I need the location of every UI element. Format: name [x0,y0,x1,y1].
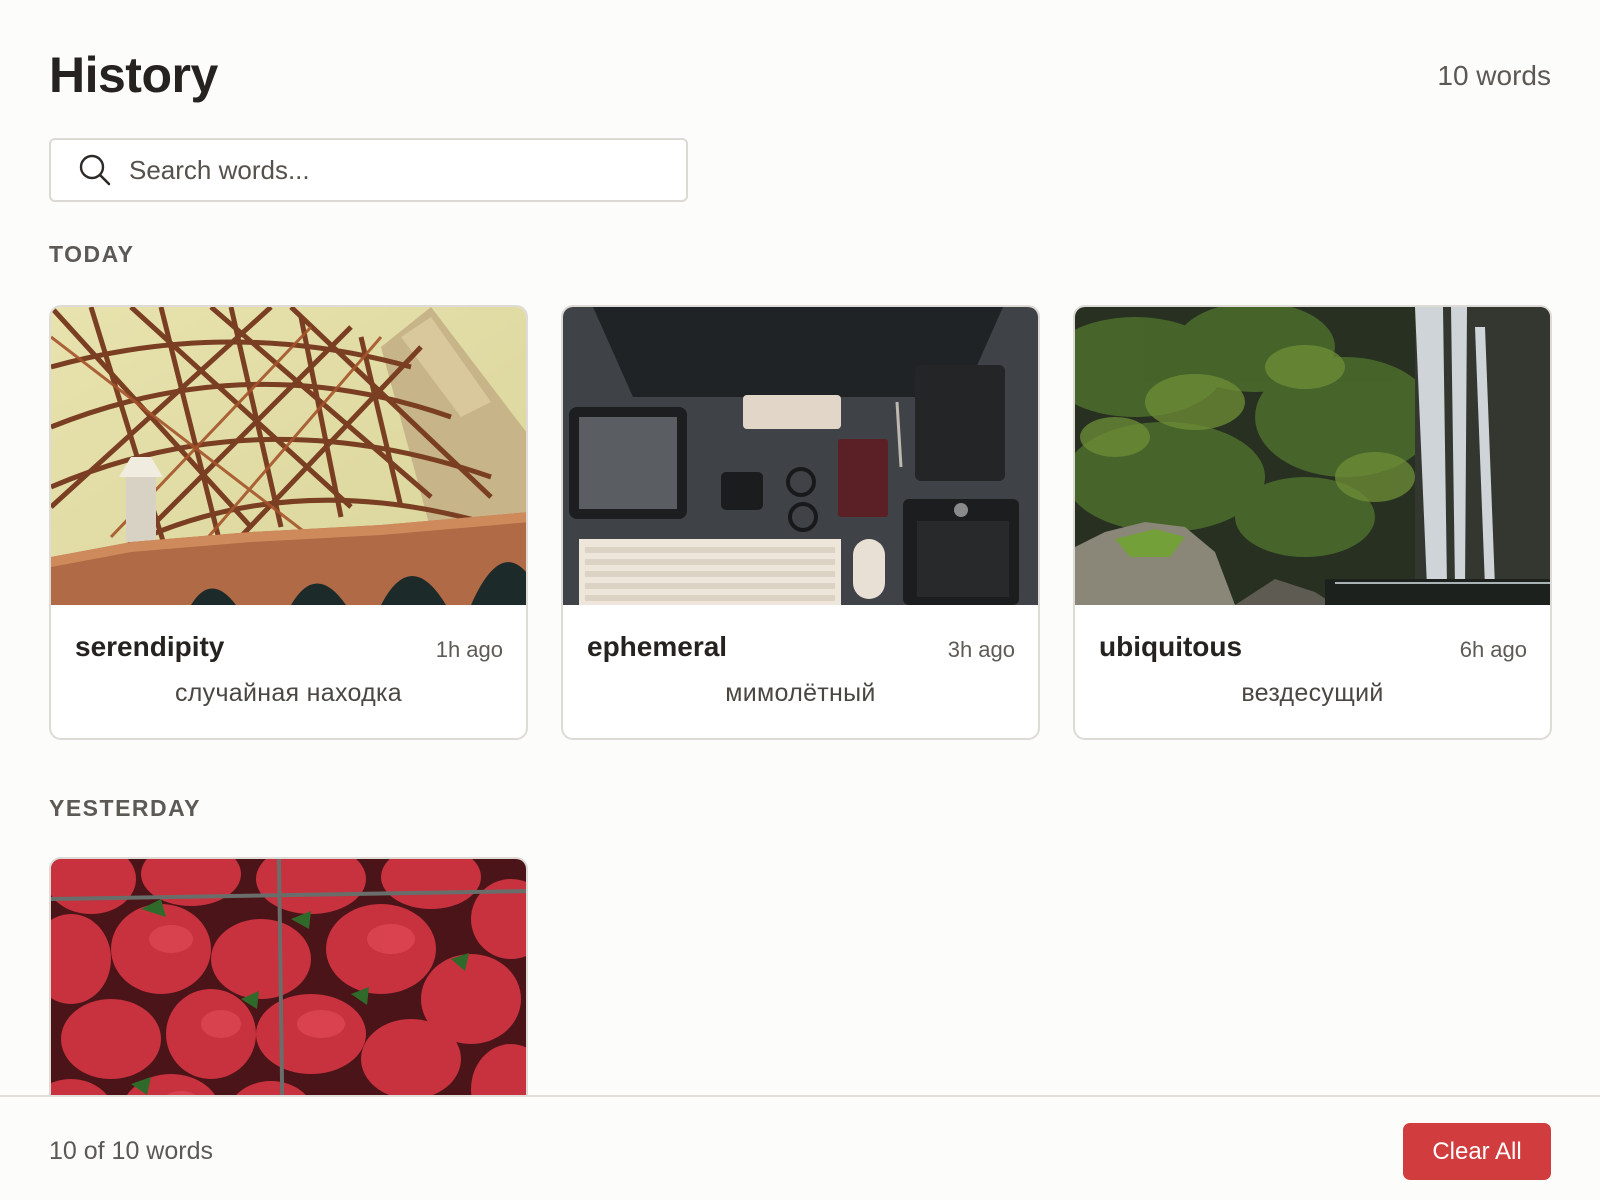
card-translation: случайная находка [174,679,403,707]
word-card-ubiquitous[interactable]: ubiquitous 6h ago вездесущий [1073,305,1552,740]
card-body: ubiquitous 6h ago вездесущий [1075,605,1550,738]
card-time: 1h ago [435,637,503,662]
card-body: serendipity 1h ago случайная находка [51,605,526,738]
section-label-yesterday: YESTERDAY [49,795,201,821]
word-card-serendipity[interactable]: serendipity 1h ago случайная находка [49,305,528,740]
search-input[interactable] [129,154,649,186]
card-word: ephemeral [587,631,728,662]
header: History 10 words [49,44,1551,106]
page-title: History [49,47,218,103]
word-card-ephemeral[interactable]: ephemeral 3h ago мимолётный [561,305,1040,740]
card-translation: мимолётный [725,679,876,707]
card-body: ephemeral 3h ago мимолётный [563,605,1038,738]
card-time: 3h ago [947,637,1015,662]
section-label-today: TODAY [49,241,135,267]
card-time: 6h ago [1459,637,1527,662]
card-word: serendipity [75,631,225,662]
history-page: History 10 words TODAY [0,0,1600,1200]
search-box[interactable] [49,138,688,202]
card-translation: вездесущий [1241,679,1384,707]
search-icon [77,152,113,188]
word-count: 10 words [1437,60,1551,91]
footer-bar: 10 of 10 words Clear All [0,1095,1600,1200]
footer-status: 10 of 10 words [49,1137,213,1165]
card-word: ubiquitous [1099,631,1243,662]
clear-all-button[interactable]: Clear All [1403,1123,1551,1180]
bridge-photo [51,307,526,605]
desk-photo [563,307,1038,605]
waterfall-photo [1075,307,1550,605]
